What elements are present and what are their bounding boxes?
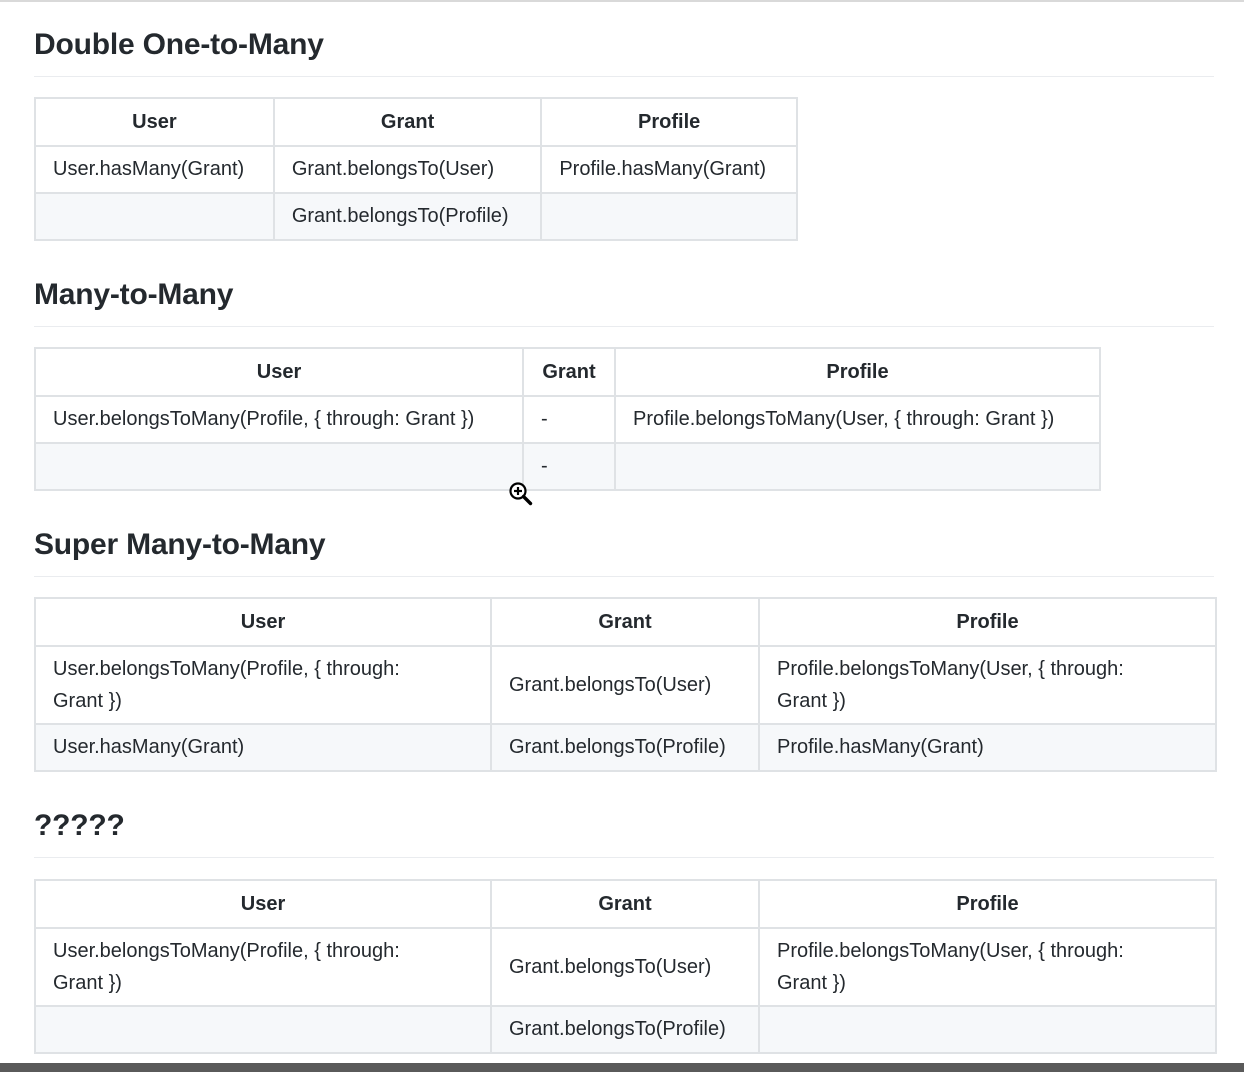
table-double-one-to-many: User Grant Profile User.hasMany(Grant) G… <box>34 97 798 241</box>
table-cell: User.hasMany(Grant) <box>34 723 492 772</box>
column-header-grant: Grant <box>490 597 760 647</box>
table-row: User.belongsToMany(Profile, { through: G… <box>34 645 1217 725</box>
section-heading-many-to-many: Many-to-Many <box>34 278 234 311</box>
table-cell <box>34 192 275 241</box>
table-row: User.hasMany(Grant) Grant.belongsTo(Prof… <box>34 723 1217 772</box>
table-cell: Grant.belongsTo(User) <box>490 645 760 725</box>
table-cell <box>34 442 524 491</box>
table-cell: User.belongsToMany(Profile, { through: G… <box>34 395 524 444</box>
table-cell <box>614 442 1101 491</box>
table-row: Grant.belongsTo(Profile) <box>34 192 798 241</box>
table-many-to-many: User Grant Profile User.belongsToMany(Pr… <box>34 347 1101 491</box>
table-cell: User.hasMany(Grant) <box>34 145 275 194</box>
column-header-grant: Grant <box>522 347 616 397</box>
section-heading-double-one-to-many: Double One-to-Many <box>34 28 324 61</box>
column-header-grant: Grant <box>490 879 760 929</box>
table-unknown: User Grant Profile User.belongsToMany(Pr… <box>34 879 1217 1054</box>
heading-divider <box>34 857 1214 858</box>
table-cell: Grant.belongsTo(Profile) <box>490 723 760 772</box>
table-cell: User.belongsToMany(Profile, { through: G… <box>34 927 492 1007</box>
table-cell: Grant.belongsTo(User) <box>490 927 760 1007</box>
table-row: User.hasMany(Grant) Grant.belongsTo(User… <box>34 145 798 194</box>
section-heading-unknown: ????? <box>34 809 125 842</box>
column-header-user: User <box>34 347 524 397</box>
table-cell: Grant.belongsTo(User) <box>272 145 543 194</box>
table-cell <box>34 1005 492 1054</box>
table-header-row: User Grant Profile <box>34 97 798 147</box>
table-cell: Profile.belongsToMany(User, { through: G… <box>758 927 1217 1007</box>
table-cell: Grant.belongsTo(Profile) <box>490 1005 760 1054</box>
table-cell: User.belongsToMany(Profile, { through: G… <box>34 645 492 725</box>
table-row: Grant.belongsTo(Profile) <box>34 1005 1217 1054</box>
table-cell: Grant.belongsTo(Profile) <box>272 192 543 241</box>
table-header-row: User Grant Profile <box>34 347 1101 397</box>
heading-divider <box>34 76 1214 77</box>
column-header-profile: Profile <box>758 597 1217 647</box>
column-header-grant: Grant <box>272 97 543 147</box>
top-border <box>0 0 1244 2</box>
table-cell <box>758 1005 1217 1054</box>
heading-divider <box>34 576 1214 577</box>
table-row: - <box>34 442 1101 491</box>
column-header-profile: Profile <box>758 879 1217 929</box>
table-header-row: User Grant Profile <box>34 597 1217 647</box>
column-header-user: User <box>34 879 492 929</box>
section-heading-super-many-to-many: Super Many-to-Many <box>34 528 326 561</box>
table-cell: Profile.belongsToMany(User, { through: G… <box>758 645 1217 725</box>
column-header-profile: Profile <box>540 97 798 147</box>
column-header-profile: Profile <box>614 347 1101 397</box>
table-cell: Profile.hasMany(Grant) <box>540 145 798 194</box>
column-header-user: User <box>34 97 275 147</box>
table-cell: - <box>522 395 616 444</box>
table-super-many-to-many: User Grant Profile User.belongsToMany(Pr… <box>34 597 1217 772</box>
table-header-row: User Grant Profile <box>34 879 1217 929</box>
table-row: User.belongsToMany(Profile, { through: G… <box>34 927 1217 1007</box>
table-cell: Profile.belongsToMany(User, { through: G… <box>614 395 1101 444</box>
bottom-bar <box>0 1063 1244 1072</box>
table-cell <box>540 192 798 241</box>
column-header-user: User <box>34 597 492 647</box>
table-row: User.belongsToMany(Profile, { through: G… <box>34 395 1101 444</box>
table-cell: - <box>522 442 616 491</box>
zoom-in-icon <box>509 482 533 506</box>
heading-divider <box>34 326 1214 327</box>
table-cell: Profile.hasMany(Grant) <box>758 723 1217 772</box>
